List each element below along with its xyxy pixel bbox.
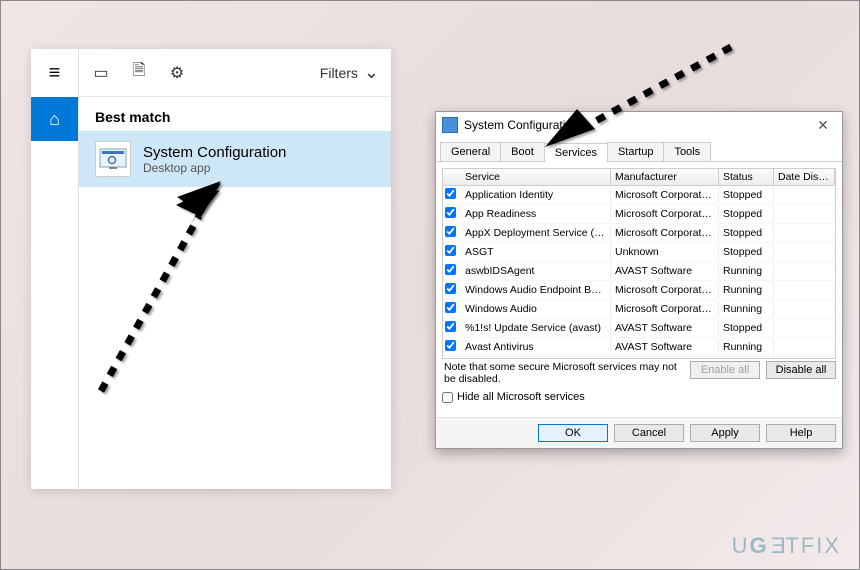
cell-service: Avast Antivirus (461, 339, 611, 355)
cell-date (774, 326, 835, 330)
filters-label: Filters (320, 65, 358, 81)
cell-date (774, 307, 835, 311)
result-subtitle: Desktop app (143, 161, 286, 175)
table-row[interactable]: Windows Audio Endpoint BuilderMicrosoft … (443, 281, 835, 300)
dialog-icon (442, 117, 458, 133)
cell-manufacturer: Microsoft Corporation (611, 225, 719, 241)
col-date-disabled[interactable]: Date Disabled (774, 169, 835, 185)
enable-disable-row: Enable all Disable all (690, 359, 836, 385)
ok-button[interactable]: OK (538, 424, 608, 442)
result-app-icon (95, 141, 131, 177)
service-checkbox[interactable] (445, 264, 456, 275)
chevron-down-icon: ⌄ (364, 62, 379, 83)
cell-date (774, 212, 835, 216)
cell-date (774, 193, 835, 197)
close-button[interactable]: ✕ (810, 117, 836, 134)
table-row[interactable]: %1!s! Update Service (avastm)AVAST Softw… (443, 357, 835, 358)
cell-status: Stopped (719, 244, 774, 260)
cell-status: Running (719, 301, 774, 317)
table-row[interactable]: ASGTUnknownStopped (443, 243, 835, 262)
cell-manufacturer: AVAST Software (611, 339, 719, 355)
dialog-button-row: OK Cancel Apply Help (436, 417, 842, 448)
result-title: System Configuration (143, 144, 286, 161)
enable-all-button[interactable]: Enable all (690, 361, 760, 379)
table-row[interactable]: App ReadinessMicrosoft CorporationStoppe… (443, 205, 835, 224)
filters-dropdown[interactable]: Filters ⌄ (320, 62, 379, 83)
tab-general[interactable]: General (440, 142, 501, 161)
cell-status: Stopped (719, 187, 774, 203)
cell-service: App Readiness (461, 206, 611, 222)
table-header: Service Manufacturer Status Date Disable… (443, 169, 835, 186)
table-row[interactable]: Avast AntivirusAVAST SoftwareRunning (443, 338, 835, 357)
help-button[interactable]: Help (766, 424, 836, 442)
cell-date (774, 288, 835, 292)
service-checkbox[interactable] (445, 245, 456, 256)
start-topbar: ▭ 🗎 ⚙ Filters ⌄ (79, 49, 391, 97)
cell-manufacturer: AVAST Software (611, 263, 719, 279)
result-text: System Configuration Desktop app (143, 144, 286, 175)
cell-status: Running (719, 263, 774, 279)
cell-manufacturer: Microsoft Corporation (611, 282, 719, 298)
settings-icon[interactable]: ⚙ (167, 63, 187, 83)
hide-ms-checkbox[interactable] (442, 392, 453, 403)
services-tab-content: Service Manufacturer Status Date Disable… (436, 162, 842, 417)
service-checkbox[interactable] (445, 321, 456, 332)
apps-icon[interactable]: ▭ (91, 63, 111, 83)
service-checkbox[interactable] (445, 340, 456, 351)
cell-manufacturer: AVAST Software (611, 320, 719, 336)
cell-service: Windows Audio Endpoint Builder (461, 282, 611, 298)
hide-ms-label: Hide all Microsoft services (457, 391, 585, 403)
service-checkbox[interactable] (445, 207, 456, 218)
cell-status: Running (719, 282, 774, 298)
arrow-to-services-tab (541, 39, 741, 149)
cancel-button[interactable]: Cancel (614, 424, 684, 442)
cell-manufacturer: Unknown (611, 244, 719, 260)
search-result-item[interactable]: System Configuration Desktop app (79, 131, 391, 187)
table-row[interactable]: aswbIDSAgentAVAST SoftwareRunning (443, 262, 835, 281)
services-note: Note that some secure Microsoft services… (442, 359, 690, 389)
service-checkbox[interactable] (445, 226, 456, 237)
cell-date (774, 269, 835, 273)
cell-manufacturer: Microsoft Corporation (611, 206, 719, 222)
hide-ms-row: Hide all Microsoft services (442, 389, 836, 411)
service-checkbox[interactable] (445, 188, 456, 199)
apply-button[interactable]: Apply (690, 424, 760, 442)
cell-service: %1!s! Update Service (avast) (461, 320, 611, 336)
col-manufacturer[interactable]: Manufacturer (611, 169, 719, 185)
home-icon[interactable]: ⌂ (31, 97, 78, 141)
system-configuration-dialog: System Configuration ✕ General Boot Serv… (435, 111, 843, 449)
cell-service: AppX Deployment Service (AppX... (461, 225, 611, 241)
cell-service: Windows Audio (461, 301, 611, 317)
cell-manufacturer: Microsoft Corporation (611, 187, 719, 203)
document-icon[interactable]: 🗎 (129, 63, 149, 83)
service-checkbox[interactable] (445, 302, 456, 313)
hamburger-icon[interactable]: ≡ (31, 49, 78, 97)
service-checkbox[interactable] (445, 283, 456, 294)
col-service[interactable]: Service (461, 169, 611, 185)
cell-date (774, 231, 835, 235)
table-row[interactable]: %1!s! Update Service (avast)AVAST Softwa… (443, 319, 835, 338)
table-row[interactable]: Windows AudioMicrosoft CorporationRunnin… (443, 300, 835, 319)
cell-service: Application Identity (461, 187, 611, 203)
cell-service: ASGT (461, 244, 611, 260)
services-list[interactable]: Application IdentityMicrosoft Corporatio… (443, 186, 835, 358)
best-match-heading: Best match (79, 97, 391, 131)
table-row[interactable]: Application IdentityMicrosoft Corporatio… (443, 186, 835, 205)
disable-all-button[interactable]: Disable all (766, 361, 836, 379)
cell-date (774, 250, 835, 254)
cell-date (774, 345, 835, 349)
cell-status: Stopped (719, 320, 774, 336)
cell-manufacturer: Microsoft Corporation (611, 301, 719, 317)
cell-service: aswbIDSAgent (461, 263, 611, 279)
arrow-to-result (81, 181, 241, 411)
cell-status: Stopped (719, 225, 774, 241)
tab-boot[interactable]: Boot (500, 142, 545, 161)
watermark: UGETFIX (732, 533, 841, 559)
services-table: Service Manufacturer Status Date Disable… (442, 168, 836, 359)
table-row[interactable]: AppX Deployment Service (AppX...Microsof… (443, 224, 835, 243)
cell-status: Stopped (719, 206, 774, 222)
col-status[interactable]: Status (719, 169, 774, 185)
cell-status: Running (719, 339, 774, 355)
start-left-rail: ≡ ⌂ (31, 49, 79, 489)
